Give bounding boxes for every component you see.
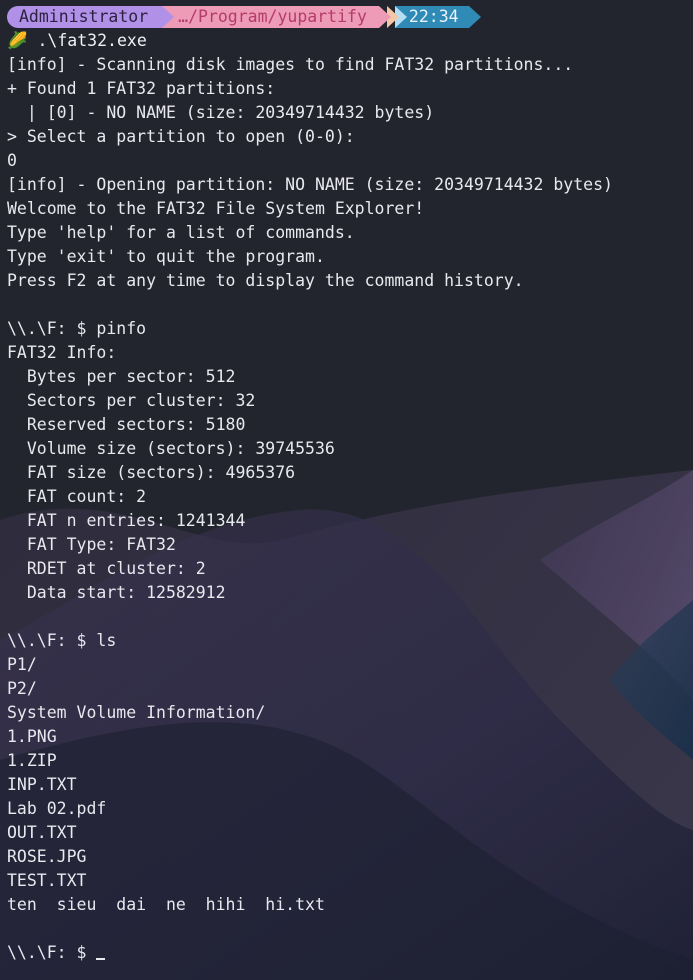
output-line: 0 [7, 151, 17, 170]
prompt-user-segment: Administrator [7, 6, 163, 28]
output-line: System Volume Information/ [7, 703, 266, 722]
output-line: + Found 1 FAT32 partitions: [7, 79, 276, 98]
prompt-path-segment: …/Program/yupartify [162, 6, 379, 28]
text-cursor [96, 942, 106, 960]
output-line: ten sieu dai ne hihi hi.txt [7, 895, 325, 914]
command-text: .\fat32.exe [37, 31, 147, 50]
input-prompt: \\.\F: $ [7, 943, 97, 962]
output-line: FAT n entries: 1241344 [7, 511, 246, 530]
output-line: 1.ZIP [7, 751, 57, 770]
output-line: Bytes per sector: 512 [7, 367, 236, 386]
input-prompt-line[interactable]: \\.\F: $ [7, 941, 686, 965]
prompt-separator-arrow [378, 6, 391, 28]
output-line: Data start: 12582912 [7, 583, 226, 602]
corn-icon: 🌽 [7, 31, 28, 50]
output-line: OUT.TXT [7, 823, 77, 842]
prompt-user: Administrator [19, 7, 149, 26]
output-line: Lab 02.pdf [7, 799, 107, 818]
output-line: FAT32 Info: [7, 343, 117, 362]
prompt-separator-arrow [468, 6, 481, 28]
output-line: 1.PNG [7, 727, 57, 746]
output-line: | [0] - NO NAME (size: 20349714432 bytes… [7, 103, 435, 122]
output-line: TEST.TXT [7, 871, 87, 890]
output-line: FAT count: 2 [7, 487, 147, 506]
output-line: Press F2 at any time to display the comm… [7, 271, 524, 290]
command-line: 🌽 .\fat32.exe [7, 29, 686, 53]
output-line: [info] - Scanning disk images to find FA… [7, 55, 574, 74]
prompt-time: 22:34 [408, 7, 459, 26]
shell-prompt-bar: Administrator …/Program/yupartify 22:34 [7, 5, 686, 29]
output-line: Welcome to the FAT32 File System Explore… [7, 199, 425, 218]
output-line: RDET at cluster: 2 [7, 559, 206, 578]
output-line: FAT size (sectors): 4965376 [7, 463, 296, 482]
output-line: INP.TXT [7, 775, 77, 794]
output-line: Sectors per cluster: 32 [7, 391, 256, 410]
output-line: FAT Type: FAT32 [7, 535, 176, 554]
prompt-separator-arrow [162, 6, 175, 28]
output-line: Type 'help' for a list of commands. [7, 223, 355, 242]
output-line: \\.\F: $ pinfo [7, 319, 147, 338]
output-line: ROSE.JPG [7, 847, 87, 866]
output-line: Reserved sectors: 5180 [7, 415, 246, 434]
output-line: Volume size (sectors): 39745536 [7, 439, 335, 458]
output-line: Type 'exit' to quit the program. [7, 247, 325, 266]
output-line: [info] - Opening partition: NO NAME (siz… [7, 175, 613, 194]
terminal-output: [info] - Scanning disk images to find FA… [7, 53, 686, 941]
output-line: P1/ [7, 655, 37, 674]
output-line: \\.\F: $ ls [7, 631, 117, 650]
prompt-path: …/Program/yupartify [178, 7, 367, 26]
output-line: P2/ [7, 679, 37, 698]
terminal-window[interactable]: Administrator …/Program/yupartify 22:34 … [0, 0, 693, 980]
output-line: > Select a partition to open (0-0): [7, 127, 355, 146]
